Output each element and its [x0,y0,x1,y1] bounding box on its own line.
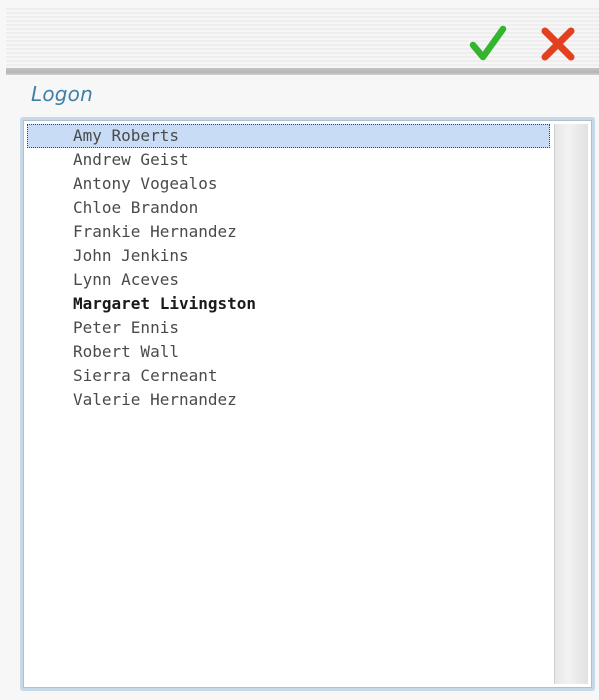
user-list[interactable]: Amy Roberts Andrew Geist Antony Vogealos Ch… [20,117,595,691]
checkmark-icon [469,25,507,61]
x-icon [541,27,575,61]
list-item-user[interactable]: Chloe Brandon [27,196,550,220]
list-item-user[interactable]: Antony Vogealos [27,172,550,196]
cancel-button[interactable] [538,24,578,64]
toolbar [6,6,599,68]
list-item-user[interactable]: Robert Wall [27,340,550,364]
list-item-user[interactable]: Andrew Geist [27,148,550,172]
list-item-user[interactable]: Amy Roberts [27,124,550,148]
user-list-items: Amy Roberts Andrew Geist Antony Vogealos Ch… [27,124,550,684]
list-item-user[interactable]: Frankie Hernandez [27,220,550,244]
logon-window: Logon Amy Roberts Andrew Geist Antony Voge… [0,0,599,700]
list-item-user[interactable]: Margaret Livingston [27,292,550,316]
list-item-user[interactable]: Lynn Aceves [27,268,550,292]
ok-button[interactable] [468,24,508,64]
logon-header: Logon [31,82,93,106]
list-scrollbar[interactable] [554,124,588,684]
list-item-user[interactable]: Sierra Cerneant [27,364,550,388]
toolbar-divider [6,68,599,75]
list-item-user[interactable]: Valerie Hernandez [27,388,550,412]
list-item-user[interactable]: Peter Ennis [27,316,550,340]
list-item-user[interactable]: John Jenkins [27,244,550,268]
